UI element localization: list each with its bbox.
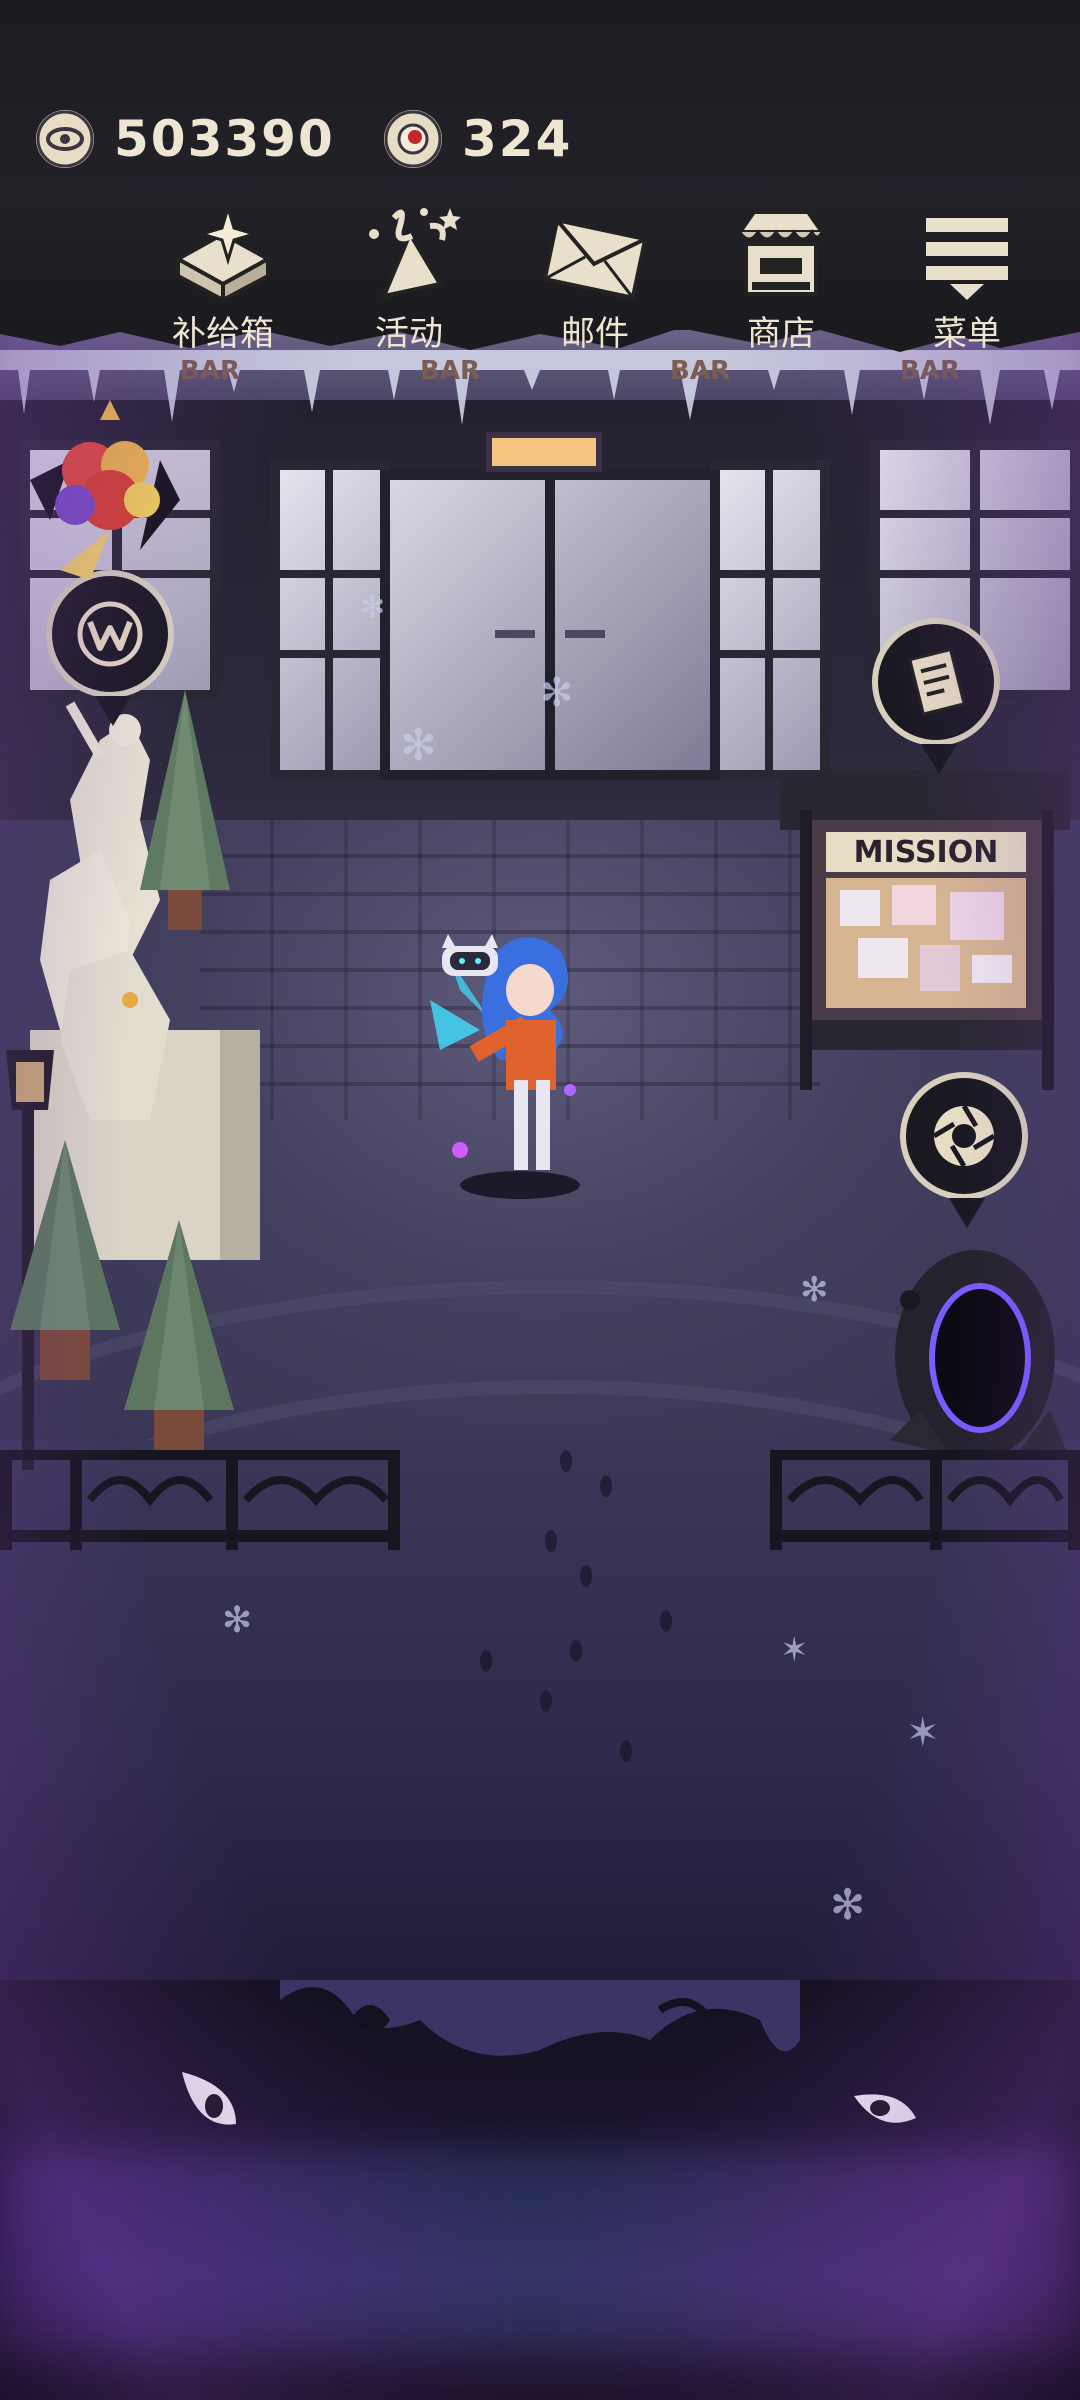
aurora-glow: [0, 2150, 1080, 2350]
footprint: [660, 1610, 672, 1632]
footprint: [545, 1530, 557, 1552]
snowflake: ✻: [830, 1880, 866, 1929]
snowflake: ✻: [800, 1270, 829, 1310]
menu-label: 菜单: [933, 314, 1001, 354]
footprint: [560, 1450, 572, 1472]
mail-label: 邮件: [561, 314, 629, 354]
potted-tree: [10, 1140, 120, 1380]
menu-icon: [926, 218, 1008, 300]
gem-amount: 324: [462, 110, 573, 168]
camera-aperture-button[interactable]: [900, 1072, 1028, 1228]
shop-icon: [736, 210, 826, 296]
cat-drone-companion: [442, 934, 498, 976]
footprint: [600, 1475, 612, 1497]
mail-button[interactable]: 邮件: [520, 204, 670, 354]
iron-fence-right: [770, 1450, 1080, 1550]
mail-icon: [542, 217, 648, 301]
bar-window-mid-right: [710, 460, 830, 780]
menu-button[interactable]: 菜单: [892, 204, 1042, 354]
snowflake: ✻: [400, 720, 437, 771]
coin-counter: 503390: [36, 104, 335, 174]
footprint: [480, 1650, 492, 1672]
party-popper-icon: [369, 208, 461, 299]
snowflake: ✻: [222, 1600, 253, 1641]
events-button[interactable]: 活动: [334, 204, 484, 354]
glowing-eye-right: [854, 2094, 916, 2123]
bar-sign: BAR: [670, 356, 730, 386]
eye-coin-icon: [36, 110, 94, 168]
portal-gate[interactable]: [880, 1240, 1070, 1470]
footprint: [540, 1690, 552, 1712]
fruit-bouquet-icon[interactable]: [30, 400, 180, 590]
shop-button[interactable]: 商店: [706, 204, 856, 354]
game-scene: 503390 324 补给箱 活动 邮件 商店 菜单 BAR BAR BAR B…: [0, 0, 1080, 2400]
bar-sign: BAR: [180, 356, 240, 386]
footprint: [580, 1565, 592, 1587]
mission-board-title: MISSION: [854, 835, 999, 870]
snowflake: ✶: [780, 1630, 809, 1670]
snowflake: ✶: [906, 1710, 940, 1756]
supply-box-icon: [173, 204, 273, 304]
events-label: 活动: [375, 314, 443, 354]
potted-tree: [140, 690, 230, 930]
bar-sign: BAR: [900, 356, 960, 386]
glowing-eye-left: [182, 2072, 236, 2125]
document-button[interactable]: [872, 618, 1000, 774]
top-hud: 503390 324 补给箱 活动 邮件 商店 菜单: [0, 0, 1080, 354]
footprint: [570, 1640, 582, 1662]
footprint: [620, 1740, 632, 1762]
snowflake: ✻: [360, 590, 386, 625]
crest-icon: [77, 601, 143, 667]
snowflake: ✻: [540, 670, 574, 716]
potted-tree: [124, 1220, 234, 1460]
gem-counter: 324: [384, 104, 572, 174]
coin-amount: 503390: [114, 110, 335, 168]
bar-sign: BAR: [420, 356, 480, 386]
red-eye-token-icon: [384, 110, 442, 168]
supply-box-label: 补给箱: [172, 314, 274, 354]
iron-fence-left: [0, 1450, 400, 1550]
document-icon: [908, 647, 966, 716]
aperture-icon: [932, 1104, 996, 1168]
shop-label: 商店: [747, 314, 815, 354]
mission-board[interactable]: MISSION: [780, 770, 1070, 1090]
supply-box-button[interactable]: 补给箱: [148, 204, 298, 354]
